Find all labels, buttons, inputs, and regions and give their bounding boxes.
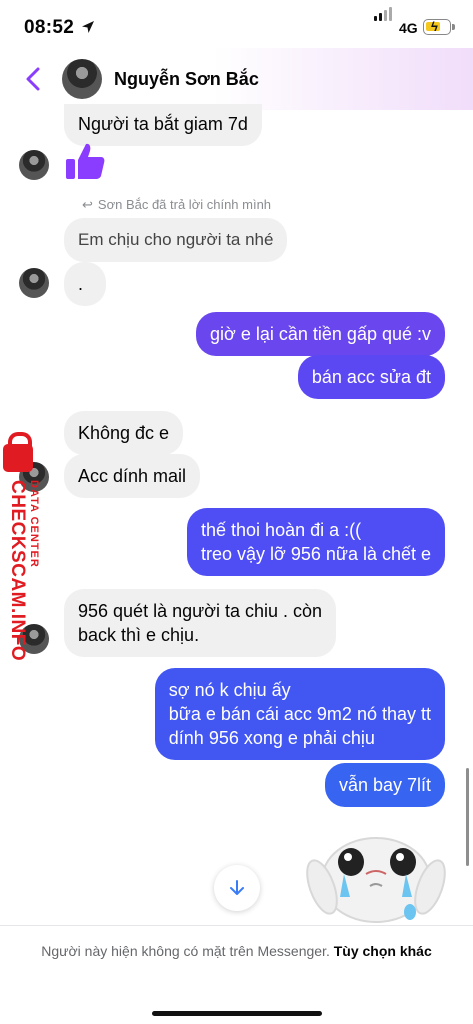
scroll-to-bottom-button[interactable] bbox=[214, 865, 260, 911]
sender-avatar bbox=[19, 624, 49, 654]
reply-note-text: Sơn Bắc đã trả lời chính mình bbox=[97, 197, 272, 212]
message-outgoing[interactable]: thế thoi hoàn đi a :(( treo vậy lỡ 956 n… bbox=[187, 508, 445, 576]
message-incoming[interactable]: Không đc e bbox=[64, 411, 184, 455]
reply-icon: ↩ bbox=[82, 197, 93, 212]
scrollbar[interactable] bbox=[466, 768, 469, 866]
message-outgoing[interactable]: giờ e lại cần tiền gấp qué :v bbox=[196, 312, 445, 356]
message-incoming[interactable]: Em chịu cho người ta nhé bbox=[64, 218, 288, 262]
arrow-down-icon bbox=[230, 880, 244, 895]
back-arrow-icon[interactable] bbox=[22, 66, 44, 92]
battery-tip bbox=[452, 24, 455, 30]
home-indicator[interactable] bbox=[152, 1011, 322, 1016]
contact-avatar[interactable] bbox=[62, 59, 102, 99]
network-label: 4G bbox=[399, 20, 418, 36]
sender-avatar bbox=[19, 462, 49, 492]
location-arrow-icon bbox=[82, 21, 94, 33]
contact-name[interactable]: Nguyễn Sơn Bắc bbox=[114, 69, 259, 90]
message-incoming[interactable]: 956 quét là người ta chiu . còn back thì… bbox=[64, 589, 337, 657]
reply-note: ↩ Sơn Bắc đã trả lời chính mình bbox=[82, 197, 271, 213]
availability-notice: Người này hiện không có mặt trên Messeng… bbox=[41, 943, 330, 959]
watermark-sub: DATA CENTER bbox=[28, 480, 40, 568]
conversation-header: Nguyễn Sơn Bắc bbox=[0, 48, 473, 110]
message-incoming[interactable]: . bbox=[64, 262, 106, 306]
sender-avatar bbox=[19, 268, 49, 298]
message-outgoing[interactable]: sợ nó k chịu ấy bữa e bán cái acc 9m2 nó… bbox=[154, 668, 445, 760]
status-time: 08:52 bbox=[24, 17, 75, 38]
footer-notice: Người này hiện không có mặt trên Messeng… bbox=[0, 925, 473, 1024]
battery-icon: ϟ bbox=[423, 19, 451, 35]
more-options-link[interactable]: Tùy chọn khác bbox=[334, 943, 432, 959]
message-outgoing[interactable]: vẫn bay 7lít bbox=[324, 763, 445, 807]
message-outgoing[interactable]: bán acc sửa đt bbox=[297, 355, 445, 399]
sender-avatar bbox=[19, 150, 49, 180]
crying-bunny-sticker[interactable] bbox=[306, 812, 446, 927]
thumbs-up-icon[interactable] bbox=[64, 140, 106, 182]
footer-text: Người này hiện không có mặt trên Messeng… bbox=[30, 941, 443, 961]
message-incoming[interactable]: Acc dính mail bbox=[64, 454, 201, 498]
